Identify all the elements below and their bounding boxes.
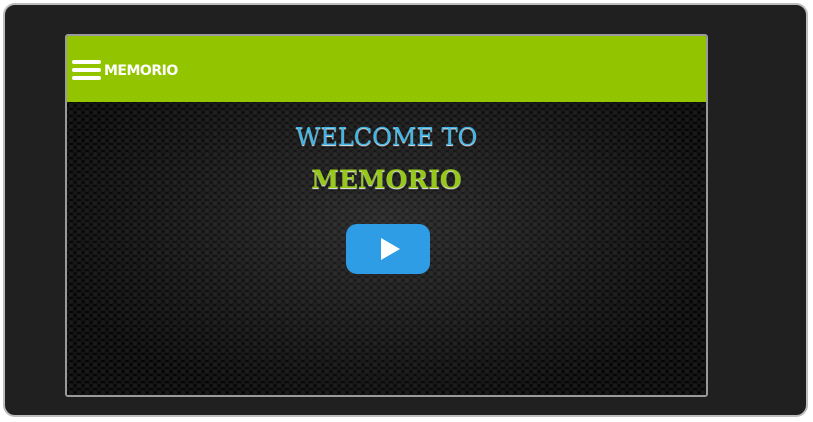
welcome-heading: WELCOME TO [295, 123, 478, 151]
hero-section: WELCOME TO MEMORIO [67, 102, 706, 395]
app-title-heading: MEMORIO [311, 165, 462, 194]
top-bar: MEMORIO [67, 36, 706, 102]
play-video-button[interactable] [346, 224, 430, 274]
app-screen: MEMORIO WELCOME TO MEMORIO [65, 34, 708, 397]
brand-title: MEMORIO [104, 63, 178, 79]
play-icon [381, 238, 400, 260]
device-frame: MEMORIO WELCOME TO MEMORIO [3, 3, 808, 417]
hamburger-menu-icon[interactable] [72, 60, 101, 81]
